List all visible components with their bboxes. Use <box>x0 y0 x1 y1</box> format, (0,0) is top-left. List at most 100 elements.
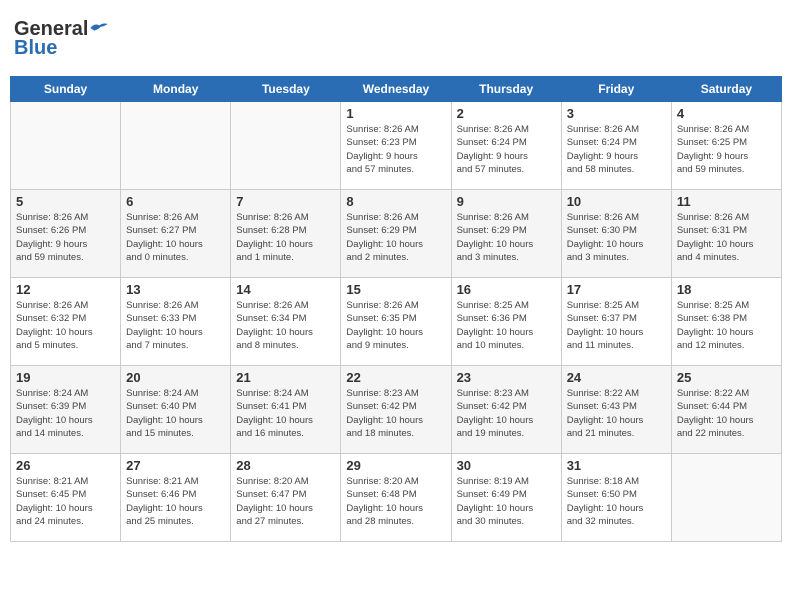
calendar-cell: 12 Sunrise: 8:26 AM Sunset: 6:32 PM Dayli… <box>11 278 121 366</box>
calendar-cell: 30 Sunrise: 8:19 AM Sunset: 6:49 PM Dayli… <box>451 454 561 542</box>
calendar-cell: 7 Sunrise: 8:26 AM Sunset: 6:28 PM Daylig… <box>231 190 341 278</box>
day-number: 4 <box>677 106 776 121</box>
calendar-cell: 10 Sunrise: 8:26 AM Sunset: 6:30 PM Dayli… <box>561 190 671 278</box>
calendar-cell: 28 Sunrise: 8:20 AM Sunset: 6:47 PM Dayli… <box>231 454 341 542</box>
day-info: Sunrise: 8:26 AM Sunset: 6:30 PM Dayligh… <box>567 211 666 264</box>
day-info: Sunrise: 8:19 AM Sunset: 6:49 PM Dayligh… <box>457 475 556 528</box>
day-info: Sunrise: 8:26 AM Sunset: 6:24 PM Dayligh… <box>457 123 556 176</box>
day-number: 22 <box>346 370 445 385</box>
day-info: Sunrise: 8:26 AM Sunset: 6:31 PM Dayligh… <box>677 211 776 264</box>
calendar-cell: 23Sunrise: 8:23 AM Sunset: 6:42 PM Dayli… <box>451 366 561 454</box>
calendar-cell: 22 Sunrise: 8:23 AM Sunset: 6:42 PM Dayli… <box>341 366 451 454</box>
calendar-cell: 26Sunrise: 8:21 AM Sunset: 6:45 PM Dayli… <box>11 454 121 542</box>
day-number: 7 <box>236 194 335 209</box>
day-number: 6 <box>126 194 225 209</box>
calendar-cell: 18 Sunrise: 8:25 AM Sunset: 6:38 PM Dayli… <box>671 278 781 366</box>
day-number: 28 <box>236 458 335 473</box>
calendar-cell <box>671 454 781 542</box>
calendar-cell: 4 Sunrise: 8:26 AM Sunset: 6:25 PM Daylig… <box>671 102 781 190</box>
weekday-header-thursday: Thursday <box>451 77 561 102</box>
weekday-header-tuesday: Tuesday <box>231 77 341 102</box>
day-number: 20 <box>126 370 225 385</box>
day-info: Sunrise: 8:20 AM Sunset: 6:48 PM Dayligh… <box>346 475 445 528</box>
day-number: 17 <box>567 282 666 297</box>
logo: General Blue <box>14 18 110 60</box>
day-info: Sunrise: 8:26 AM Sunset: 6:32 PM Dayligh… <box>16 299 115 352</box>
day-info: Sunrise: 8:24 AM Sunset: 6:39 PM Dayligh… <box>16 387 115 440</box>
day-number: 31 <box>567 458 666 473</box>
day-info: Sunrise: 8:26 AM Sunset: 6:29 PM Dayligh… <box>346 211 445 264</box>
day-number: 13 <box>126 282 225 297</box>
calendar-cell <box>231 102 341 190</box>
weekday-header-monday: Monday <box>121 77 231 102</box>
day-info: Sunrise: 8:18 AM Sunset: 6:50 PM Dayligh… <box>567 475 666 528</box>
calendar-cell: 17 Sunrise: 8:25 AM Sunset: 6:37 PM Dayli… <box>561 278 671 366</box>
day-number: 3 <box>567 106 666 121</box>
day-info: Sunrise: 8:23 AM Sunset: 6:42 PM Dayligh… <box>346 387 445 440</box>
day-number: 8 <box>346 194 445 209</box>
calendar-cell: 11 Sunrise: 8:26 AM Sunset: 6:31 PM Dayli… <box>671 190 781 278</box>
day-number: 9 <box>457 194 556 209</box>
day-number: 29 <box>346 458 445 473</box>
calendar-cell: 14Sunrise: 8:26 AM Sunset: 6:34 PM Dayli… <box>231 278 341 366</box>
day-info: Sunrise: 8:26 AM Sunset: 6:33 PM Dayligh… <box>126 299 225 352</box>
weekday-header-sunday: Sunday <box>11 77 121 102</box>
calendar-cell: 2 Sunrise: 8:26 AM Sunset: 6:24 PM Daylig… <box>451 102 561 190</box>
calendar-cell: 15Sunrise: 8:26 AM Sunset: 6:35 PM Dayli… <box>341 278 451 366</box>
calendar-cell: 5Sunrise: 8:26 AM Sunset: 6:26 PM Daylig… <box>11 190 121 278</box>
day-number: 18 <box>677 282 776 297</box>
calendar-week-row: 12 Sunrise: 8:26 AM Sunset: 6:32 PM Dayli… <box>11 278 782 366</box>
calendar-cell: 9 Sunrise: 8:26 AM Sunset: 6:29 PM Daylig… <box>451 190 561 278</box>
calendar-cell: 6 Sunrise: 8:26 AM Sunset: 6:27 PM Daylig… <box>121 190 231 278</box>
calendar-week-row: 1 Sunrise: 8:26 AM Sunset: 6:23 PM Daylig… <box>11 102 782 190</box>
day-info: Sunrise: 8:26 AM Sunset: 6:24 PM Dayligh… <box>567 123 666 176</box>
day-info: Sunrise: 8:26 AM Sunset: 6:29 PM Dayligh… <box>457 211 556 264</box>
calendar-cell: 13 Sunrise: 8:26 AM Sunset: 6:33 PM Dayli… <box>121 278 231 366</box>
day-info: Sunrise: 8:26 AM Sunset: 6:27 PM Dayligh… <box>126 211 225 264</box>
day-number: 15 <box>346 282 445 297</box>
calendar-week-row: 19 Sunrise: 8:24 AM Sunset: 6:39 PM Dayli… <box>11 366 782 454</box>
day-number: 16 <box>457 282 556 297</box>
calendar-cell: 3 Sunrise: 8:26 AM Sunset: 6:24 PM Daylig… <box>561 102 671 190</box>
day-number: 12 <box>16 282 115 297</box>
day-info: Sunrise: 8:20 AM Sunset: 6:47 PM Dayligh… <box>236 475 335 528</box>
weekday-header-saturday: Saturday <box>671 77 781 102</box>
day-info: Sunrise: 8:26 AM Sunset: 6:26 PM Dayligh… <box>16 211 115 264</box>
day-number: 11 <box>677 194 776 209</box>
day-info: Sunrise: 8:24 AM Sunset: 6:41 PM Dayligh… <box>236 387 335 440</box>
weekday-header-row: SundayMondayTuesdayWednesdayThursdayFrid… <box>11 77 782 102</box>
day-number: 21 <box>236 370 335 385</box>
calendar-cell: 1 Sunrise: 8:26 AM Sunset: 6:23 PM Daylig… <box>341 102 451 190</box>
calendar-cell <box>121 102 231 190</box>
day-number: 30 <box>457 458 556 473</box>
day-number: 1 <box>346 106 445 121</box>
day-info: Sunrise: 8:26 AM Sunset: 6:23 PM Dayligh… <box>346 123 445 176</box>
day-number: 14 <box>236 282 335 297</box>
day-number: 23 <box>457 370 556 385</box>
day-info: Sunrise: 8:22 AM Sunset: 6:43 PM Dayligh… <box>567 387 666 440</box>
calendar-cell: 21 Sunrise: 8:24 AM Sunset: 6:41 PM Dayli… <box>231 366 341 454</box>
day-info: Sunrise: 8:25 AM Sunset: 6:38 PM Dayligh… <box>677 299 776 352</box>
calendar-week-row: 26Sunrise: 8:21 AM Sunset: 6:45 PM Dayli… <box>11 454 782 542</box>
calendar-week-row: 5Sunrise: 8:26 AM Sunset: 6:26 PM Daylig… <box>11 190 782 278</box>
calendar-cell: 24 Sunrise: 8:22 AM Sunset: 6:43 PM Dayli… <box>561 366 671 454</box>
weekday-header-friday: Friday <box>561 77 671 102</box>
day-info: Sunrise: 8:26 AM Sunset: 6:25 PM Dayligh… <box>677 123 776 176</box>
calendar-cell: 29 Sunrise: 8:20 AM Sunset: 6:48 PM Dayli… <box>341 454 451 542</box>
logo-bird-icon <box>89 21 109 35</box>
day-number: 24 <box>567 370 666 385</box>
day-number: 2 <box>457 106 556 121</box>
day-info: Sunrise: 8:22 AM Sunset: 6:44 PM Dayligh… <box>677 387 776 440</box>
day-number: 10 <box>567 194 666 209</box>
day-info: Sunrise: 8:24 AM Sunset: 6:40 PM Dayligh… <box>126 387 225 440</box>
day-info: Sunrise: 8:25 AM Sunset: 6:37 PM Dayligh… <box>567 299 666 352</box>
page-header: General Blue <box>10 10 782 68</box>
day-info: Sunrise: 8:26 AM Sunset: 6:28 PM Dayligh… <box>236 211 335 264</box>
calendar-cell: 8 Sunrise: 8:26 AM Sunset: 6:29 PM Daylig… <box>341 190 451 278</box>
weekday-header-wednesday: Wednesday <box>341 77 451 102</box>
calendar-cell: 25Sunrise: 8:22 AM Sunset: 6:44 PM Dayli… <box>671 366 781 454</box>
calendar-cell: 20 Sunrise: 8:24 AM Sunset: 6:40 PM Dayli… <box>121 366 231 454</box>
day-number: 27 <box>126 458 225 473</box>
day-number: 19 <box>16 370 115 385</box>
calendar-cell: 16Sunrise: 8:25 AM Sunset: 6:36 PM Dayli… <box>451 278 561 366</box>
